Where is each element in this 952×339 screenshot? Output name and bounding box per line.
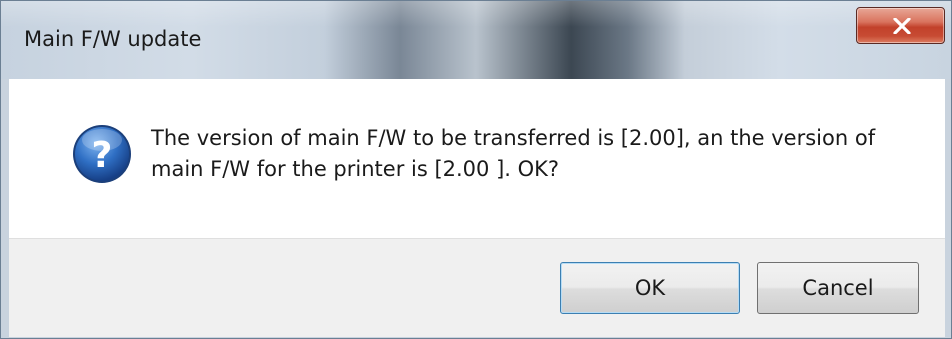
close-button[interactable] <box>856 7 945 44</box>
dialog-window: Main F/W update ? The version of main F/… <box>0 0 952 339</box>
dialog-content: ? The version of main F/W to be transfer… <box>9 79 945 337</box>
title-bar[interactable]: Main F/W update <box>1 1 951 79</box>
message-line-2: main F/W for the printer is [2.00 ]. OK? <box>151 157 560 181</box>
ok-button[interactable]: OK <box>560 262 740 314</box>
window-title: Main F/W update <box>24 27 202 51</box>
svg-text:?: ? <box>92 135 113 176</box>
close-icon <box>893 18 911 34</box>
button-bar: OK Cancel <box>9 238 945 337</box>
message-line-1: The version of main F/W to be transferre… <box>151 126 876 150</box>
cancel-button[interactable]: Cancel <box>757 262 919 314</box>
question-icon: ? <box>73 125 131 183</box>
dialog-message: The version of main F/W to be transferre… <box>151 123 911 185</box>
